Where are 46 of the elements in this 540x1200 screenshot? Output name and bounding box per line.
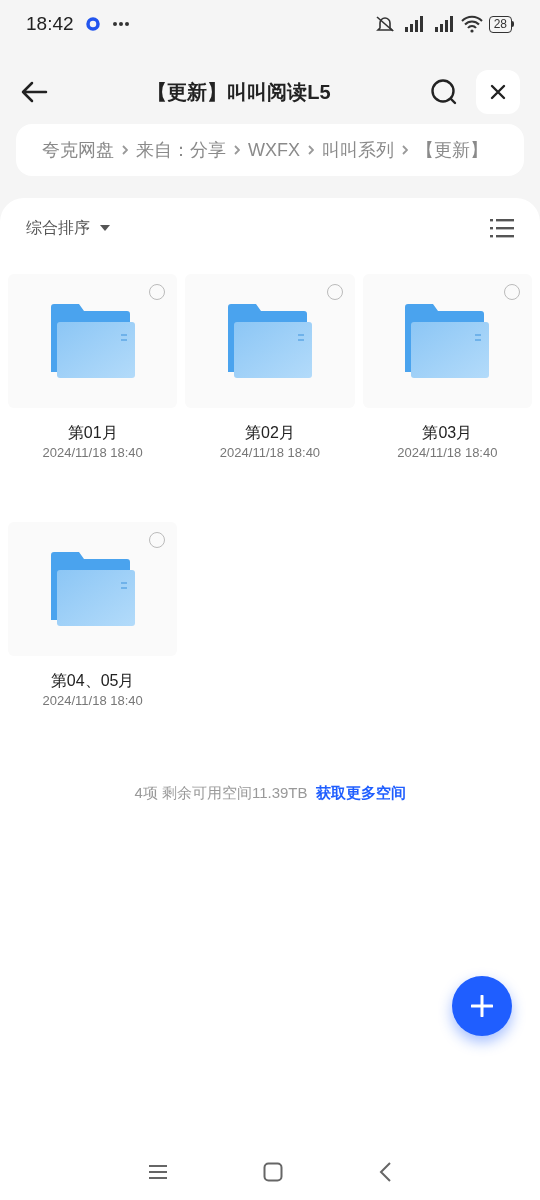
- close-icon: [490, 84, 506, 100]
- folder-icon: [405, 304, 490, 378]
- dropdown-caret-icon: [100, 225, 110, 231]
- plus-icon: [471, 995, 493, 1017]
- more-icon: [111, 21, 130, 27]
- breadcrumb-item[interactable]: WXFX: [248, 136, 300, 164]
- muted-bell-icon: [374, 15, 395, 33]
- back-icon[interactable]: [379, 1162, 391, 1182]
- page-title: 【更新】叫叫阅读L5: [147, 81, 331, 103]
- folder-thumbnail[interactable]: [8, 274, 178, 408]
- breadcrumb-item[interactable]: 夸克网盘: [42, 136, 114, 164]
- breadcrumb-item[interactable]: 来自：分享: [136, 136, 226, 164]
- breadcrumb-item[interactable]: 叫叫系列: [322, 136, 394, 164]
- app-notification-icon: [85, 17, 100, 31]
- chevron-right-icon: [122, 145, 128, 155]
- folder-name: 第04、05月: [50, 671, 135, 691]
- menu-icon[interactable]: [149, 1164, 167, 1180]
- back-arrow-icon[interactable]: [20, 80, 48, 104]
- folder-date: 2024/11/18 18:40: [42, 692, 143, 710]
- battery-indicator: 28: [488, 15, 512, 33]
- chevron-right-icon: [402, 145, 408, 155]
- folder-name: 第01月: [67, 423, 118, 443]
- wifi-icon: [460, 15, 483, 33]
- folder-date: 2024/11/18 18:40: [397, 444, 498, 462]
- search-icon[interactable]: [430, 78, 458, 106]
- folder-icon: [50, 552, 135, 626]
- folder-thumbnail[interactable]: [362, 274, 532, 408]
- chevron-right-icon: [234, 145, 240, 155]
- folder-icon: [228, 304, 312, 378]
- folder-name: 第03月: [422, 423, 473, 443]
- more-space-link[interactable]: 获取更多空间: [315, 782, 406, 805]
- folder-icon: [50, 304, 135, 378]
- close-button[interactable]: [476, 70, 520, 114]
- sort-dropdown[interactable]: 综合排序: [26, 216, 110, 240]
- storage-summary: 4项 剩余可用空间11.39TB: [134, 783, 308, 803]
- status-time: 18:42: [26, 11, 74, 36]
- home-icon[interactable]: [263, 1162, 283, 1182]
- folder-thumbnail[interactable]: [8, 522, 178, 656]
- folder-date: 2024/11/18 18:40: [42, 444, 143, 462]
- folder-thumbnail[interactable]: [185, 274, 355, 408]
- add-button[interactable]: [452, 976, 512, 1036]
- folder-name: 第02月: [245, 423, 295, 443]
- chevron-right-icon: [308, 145, 314, 155]
- breadcrumb-item[interactable]: 【更新】: [416, 136, 488, 164]
- folder-date: 2024/11/18 18:40: [219, 444, 321, 462]
- list-view-icon[interactable]: [490, 218, 514, 238]
